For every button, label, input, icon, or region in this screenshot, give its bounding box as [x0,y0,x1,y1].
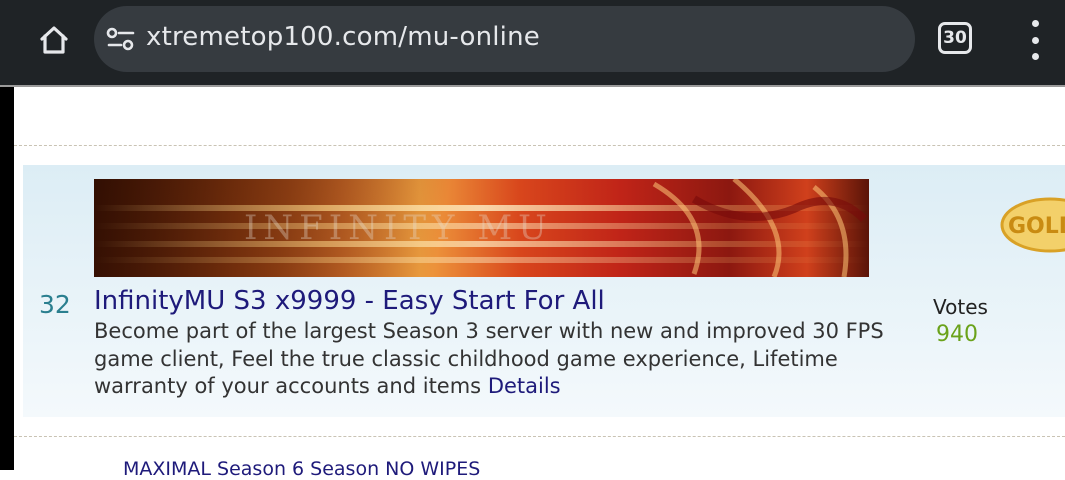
url-text[interactable]: xtremetop100.com/mu-online [146,22,540,52]
browser-toolbar: xtremetop100.com/mu-online 30 [0,0,1065,85]
server-title-link[interactable]: InfinityMU S3 x9999 - Easy Start For All [94,286,605,316]
home-icon [40,26,68,54]
toolbar-divider [0,85,1065,87]
rank-number: 32 [39,290,71,319]
gold-badge-icon: GOLD [1000,195,1065,255]
tab-switcher-button[interactable]: 30 [938,22,972,54]
list-divider [14,436,1065,437]
next-server-title-link[interactable]: MAXIMAL Season 6 Season NO WIPES [123,458,480,480]
list-divider [14,145,1065,146]
votes-count: 940 [936,322,978,347]
site-settings-icon[interactable] [106,26,136,52]
address-bar[interactable]: xtremetop100.com/mu-online [94,6,915,72]
details-link[interactable]: Details [488,374,561,398]
banner-art: INFINITY MU [244,179,867,277]
badge-label: GOLD [1008,214,1065,239]
home-button[interactable] [30,18,78,62]
server-banner-image[interactable]: INFINITY MU [94,179,869,277]
banner-logo-text: INFINITY MU [244,208,553,248]
more-vert-icon[interactable] [1020,20,1050,60]
votes-label: Votes [933,295,988,319]
server-description: Become part of the largest Season 3 serv… [94,318,914,401]
page-left-edge [0,85,14,470]
